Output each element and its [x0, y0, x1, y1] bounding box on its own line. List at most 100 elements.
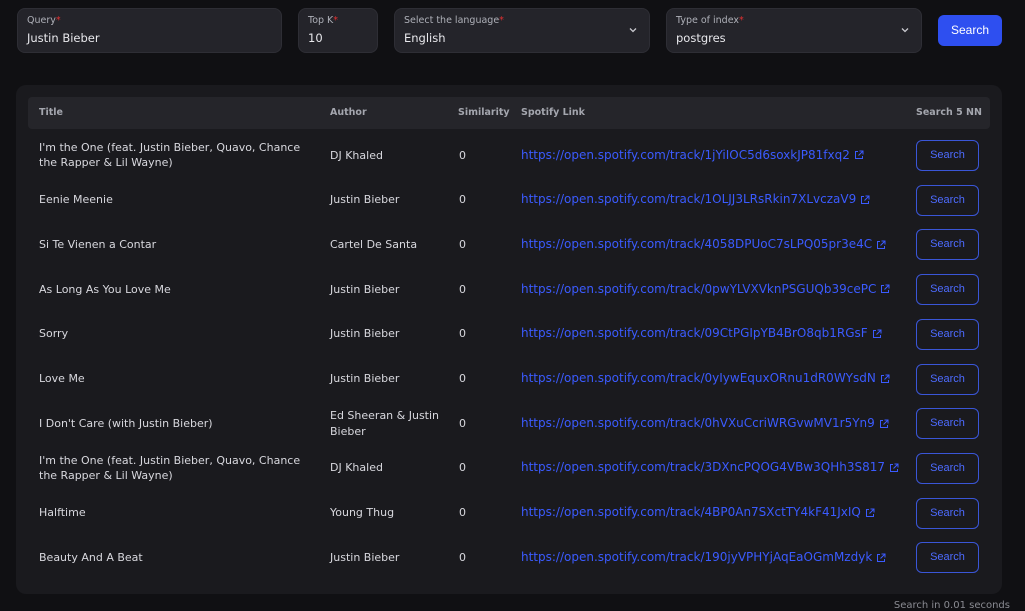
spotify-link[interactable]: https://open.spotify.com/track/190jyVPHY…: [521, 550, 872, 566]
row-similarity: 0: [459, 416, 466, 430]
search-nn-button[interactable]: Search: [916, 497, 979, 529]
row-title-text: Si Te Vienen a Contar: [39, 237, 157, 251]
search-nn-button[interactable]: Search: [916, 184, 979, 216]
row-similarity: 0: [459, 237, 466, 251]
query-label: Query*: [27, 15, 272, 27]
row-author: Justin Bieber: [330, 357, 440, 402]
row-spotify-link: https://open.spotify.com/track/3DXncPQOG…: [521, 446, 911, 491]
table-row: As Long As You Love Me Justin Bieber 0 http…: [28, 267, 990, 312]
row-title-text: I'm the One (feat. Justin Bieber, Quavo,…: [39, 453, 301, 483]
chevron-down-icon[interactable]: [900, 25, 910, 35]
row-spotify-link: https://open.spotify.com/track/4BP0An7SX…: [521, 491, 911, 536]
row-similarity: 0: [459, 193, 466, 207]
table-row: Sorry Justin Bieber 0 https://open.spotify.…: [28, 312, 990, 357]
row-similarity: 0: [459, 506, 466, 520]
spotify-link[interactable]: https://open.spotify.com/track/3DXncPQOG…: [521, 460, 885, 476]
row-similarity: 0: [459, 148, 466, 162]
spotify-link[interactable]: https://open.spotify.com/track/0hVXuCcri…: [521, 416, 875, 432]
spotify-link[interactable]: https://open.spotify.com/track/0yIywEqux…: [521, 371, 876, 387]
spotify-link[interactable]: https://open.spotify.com/track/4058DPUoC…: [521, 237, 872, 253]
row-title: Love Me: [39, 357, 309, 402]
search-form: Query* Justin Bieber Top K* 10 Select th…: [0, 8, 1025, 54]
header-author: Author: [330, 107, 367, 118]
row-author-text: DJ Khaled: [330, 148, 383, 162]
language-label: Select the language*: [404, 15, 640, 27]
index-type-label-text: Type of index: [676, 15, 740, 26]
row-title: As Long As You Love Me: [39, 267, 309, 312]
spotify-link[interactable]: https://open.spotify.com/track/09CtPGIpY…: [521, 326, 868, 342]
search-nn-button[interactable]: Search: [916, 542, 979, 574]
row-title: Sorry: [39, 312, 309, 357]
row-similarity: 0: [459, 327, 466, 341]
row-author: Ed Sheeran & Justin Bieber: [330, 401, 440, 446]
row-title-text: I Don't Care (with Justin Bieber): [39, 416, 213, 430]
language-label-text: Select the language: [404, 15, 500, 26]
row-similarity: 0: [459, 550, 466, 564]
index-type-label: Type of index*: [676, 15, 912, 27]
language-select[interactable]: Select the language* English: [394, 8, 650, 53]
table-row: Beauty And A Beat Justin Bieber 0 https://o…: [28, 535, 990, 580]
row-author-text: Justin Bieber: [330, 327, 400, 341]
topk-label-text: Top K: [308, 15, 334, 26]
external-link-icon: [889, 463, 899, 473]
external-link-icon: [880, 374, 890, 383]
row-title-text: Eenie Meenie: [39, 193, 113, 207]
row-title: I'm the One (feat. Justin Bieber, Quavo,…: [39, 133, 309, 178]
external-link-icon: [872, 329, 882, 339]
row-author: Justin Bieber: [330, 535, 440, 580]
external-link-icon: [877, 240, 886, 249]
external-link-icon: [877, 553, 886, 562]
table-row: I'm the One (feat. Justin Bieber, Quavo,…: [28, 446, 990, 491]
row-title-text: Love Me: [39, 372, 85, 386]
search-button[interactable]: Search: [938, 15, 1002, 46]
search-time-note: Search in 0.01 seconds: [893, 600, 1010, 611]
table-header: Title Author Similarity Spotify Link Sea…: [28, 97, 990, 129]
row-author-text: Justin Bieber: [330, 372, 400, 386]
row-author: Cartel De Santa: [330, 222, 440, 267]
spotify-link[interactable]: https://open.spotify.com/track/1OLJJ3LRs…: [521, 192, 856, 208]
header-search-nn: Search 5 NN: [916, 107, 982, 118]
index-type-select[interactable]: Type of index* postgres: [666, 8, 922, 53]
search-nn-button[interactable]: Search: [916, 318, 979, 350]
search-nn-button[interactable]: Search: [916, 140, 979, 171]
spotify-link[interactable]: https://open.spotify.com/track/4BP0An7SX…: [521, 505, 861, 521]
table-row: I'm the One (feat. Justin Bieber, Quavo,…: [28, 133, 990, 178]
table-row: Halftime Young Thug 0 https://open.spotify.…: [28, 491, 990, 536]
results-table: Title Author Similarity Spotify Link Sea…: [16, 85, 1002, 594]
row-author: Justin Bieber: [330, 267, 440, 312]
spotify-link[interactable]: https://open.spotify.com/track/1jYiIOC5d…: [521, 148, 850, 164]
required-mark: *: [739, 15, 744, 26]
row-spotify-link: https://open.spotify.com/track/0pwYLVXVk…: [521, 267, 911, 312]
row-author-text: DJ Khaled: [330, 461, 383, 475]
row-title-text: Sorry: [39, 327, 69, 341]
language-value: English: [404, 31, 446, 45]
row-similarity: 0: [459, 282, 466, 296]
row-author-text: Young Thug: [330, 506, 395, 520]
table-row: Eenie Meenie Justin Bieber 0 https://open.s…: [28, 178, 990, 223]
row-title-text: As Long As You Love Me: [39, 282, 171, 296]
query-input[interactable]: Justin Bieber: [27, 31, 272, 45]
table-row: Love Me Justin Bieber 0 https://open.spotif…: [28, 357, 990, 402]
search-nn-button[interactable]: Search: [916, 408, 979, 440]
chevron-down-icon[interactable]: [628, 25, 638, 35]
row-author-text: Cartel De Santa: [330, 237, 418, 251]
external-link-icon: [879, 419, 889, 428]
row-author-text: Justin Bieber: [330, 193, 400, 207]
topk-field[interactable]: Top K* 10: [298, 8, 378, 53]
row-author-text: Justin Bieber: [330, 550, 400, 564]
row-title-text: Beauty And A Beat: [39, 550, 143, 564]
search-nn-button[interactable]: Search: [916, 452, 979, 484]
query-field[interactable]: Query* Justin Bieber: [17, 8, 282, 53]
search-nn-button[interactable]: Search: [916, 229, 979, 261]
table-row: I Don't Care (with Justin Bieber) Ed Shee…: [28, 401, 990, 446]
row-similarity: 0: [459, 461, 466, 475]
external-link-icon: [865, 508, 875, 517]
row-spotify-link: https://open.spotify.com/track/0hVXuCcri…: [521, 401, 911, 446]
topk-input[interactable]: 10: [308, 31, 368, 45]
row-author: DJ Khaled: [330, 446, 440, 491]
spotify-link[interactable]: https://open.spotify.com/track/0pwYLVXVk…: [521, 282, 876, 298]
search-nn-button[interactable]: Search: [916, 363, 979, 395]
row-author: Justin Bieber: [330, 178, 440, 223]
search-nn-button[interactable]: Search: [916, 274, 979, 306]
row-spotify-link: https://open.spotify.com/track/1jYiIOC5d…: [521, 133, 911, 178]
